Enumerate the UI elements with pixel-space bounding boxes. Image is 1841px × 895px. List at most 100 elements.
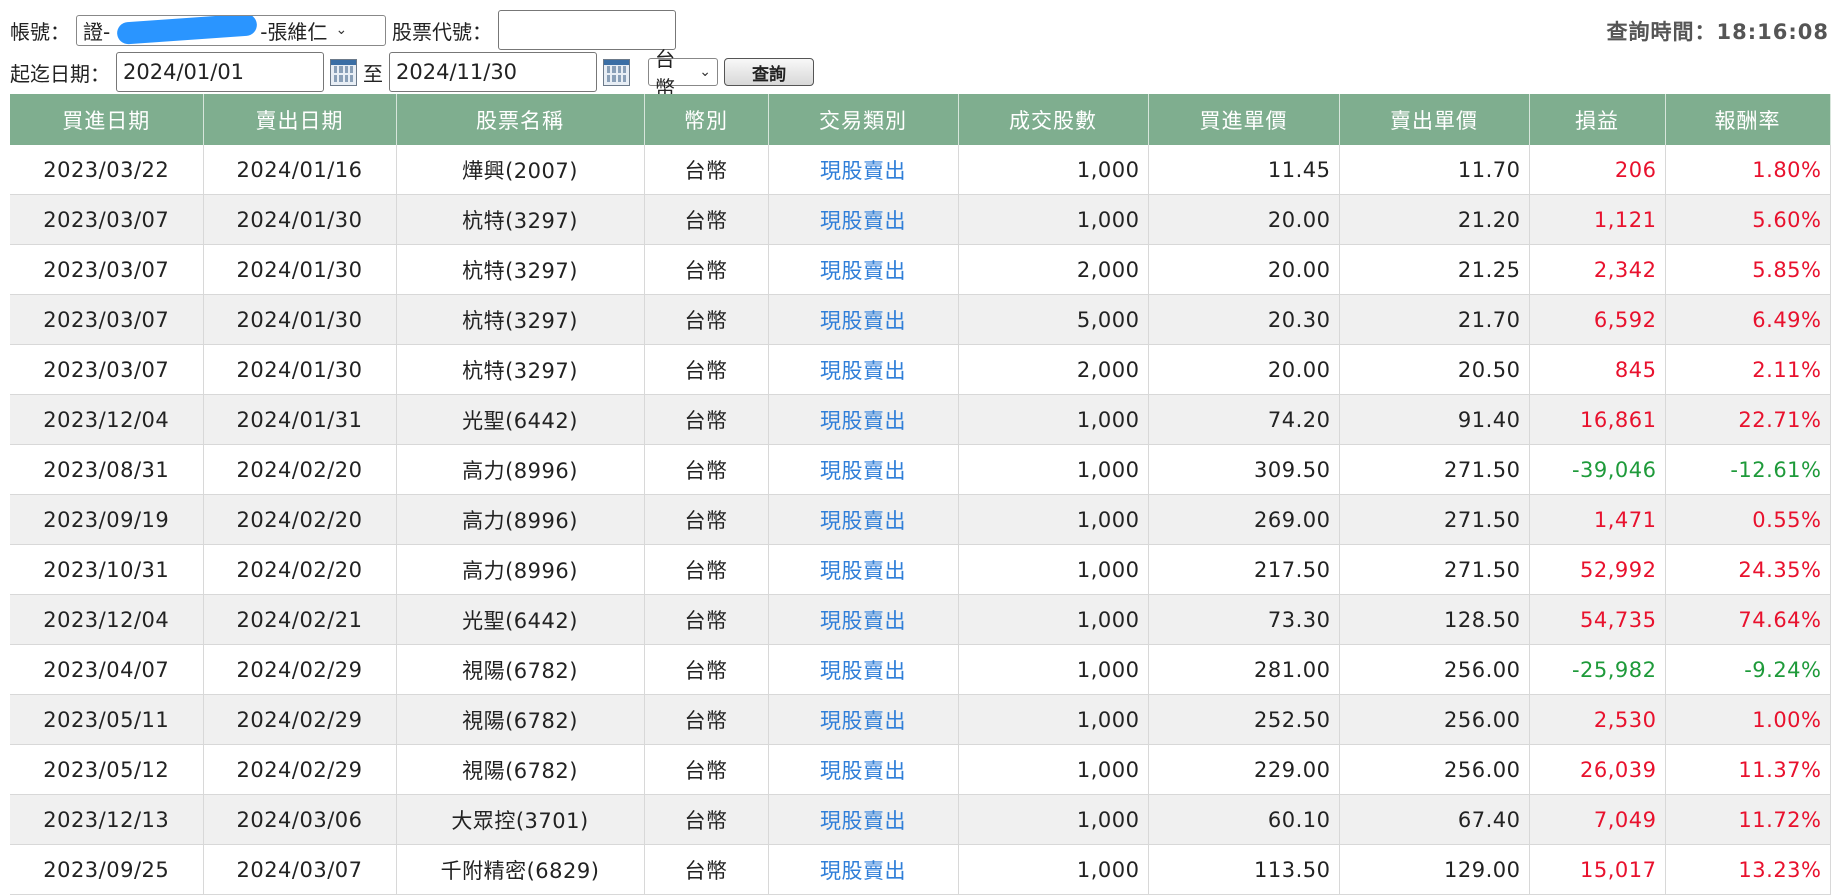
cell-pnl: 16,861 [1529,394,1666,445]
table-row: 2023/09/19 2024/02/20 高力(8996) 台幣 現股賣出 1,000 2… [10,494,1831,545]
cell-buy-date: 2023/03/07 [10,294,204,345]
cell-sell-price: 128.50 [1339,594,1530,645]
cell-buy-price: 252.50 [1148,694,1340,745]
query-button[interactable]: 查詢 [724,58,814,86]
cell-pnl: -39,046 [1529,444,1666,495]
cell-currency: 台幣 [644,694,769,745]
table-row: 2023/03/22 2024/01/16 燁興(2007) 台幣 現股賣出 1,000 1… [10,145,1831,195]
cell-trade-type[interactable]: 現股賣出 [768,344,959,395]
table-row: 2023/05/12 2024/02/29 視陽(6782) 台幣 現股賣出 1,000 2… [10,744,1831,795]
col-trade-type[interactable]: 交易類別 [768,94,959,145]
chevron-down-icon: ⌄ [699,64,711,80]
cell-trade-type[interactable]: 現股賣出 [768,594,959,645]
cell-currency: 台幣 [644,244,769,295]
stock-code-label: 股票代號： [392,19,492,44]
cell-buy-price: 20.30 [1148,294,1340,345]
account-select[interactable]: 證- -張維仁 ⌄ [76,14,386,46]
cell-shares: 1,000 [958,694,1149,745]
table-row: 2023/03/07 2024/01/30 杭特(3297) 台幣 現股賣出 2,000 2… [10,244,1831,295]
cell-trade-type[interactable]: 現股賣出 [768,494,959,545]
calendar-icon[interactable] [603,58,630,86]
cell-sell-date: 2024/02/21 [203,594,397,645]
cell-buy-price: 73.30 [1148,594,1340,645]
table-row: 2023/03/07 2024/01/30 杭特(3297) 台幣 現股賣出 1,000 2… [10,194,1831,245]
col-stock-name[interactable]: 股票名稱 [396,94,645,145]
cell-trade-type[interactable]: 現股賣出 [768,194,959,245]
cell-currency: 台幣 [644,844,769,895]
cell-trade-type[interactable]: 現股賣出 [768,694,959,745]
cell-currency: 台幣 [644,194,769,245]
col-buy-price[interactable]: 買進單價 [1148,94,1340,145]
currency-value: 台幣 [655,47,675,100]
cell-trade-type[interactable]: 現股賣出 [768,544,959,595]
cell-pnl: 26,039 [1529,744,1666,795]
cell-buy-date: 2023/12/13 [10,794,204,845]
cell-stock-name: 燁興(2007) [396,145,645,195]
table-body: 2023/03/22 2024/01/16 燁興(2007) 台幣 現股賣出 1,000 1… [10,145,1831,895]
cell-buy-date: 2023/05/12 [10,744,204,795]
cell-trade-type[interactable]: 現股賣出 [768,444,959,495]
end-date-input[interactable]: 2024/11/30 [389,52,597,92]
cell-sell-date: 2024/02/29 [203,694,397,745]
cell-currency: 台幣 [644,145,769,195]
cell-pnl: 54,735 [1529,594,1666,645]
cell-trade-type[interactable]: 現股賣出 [768,244,959,295]
col-pnl[interactable]: 損益 [1529,94,1666,145]
cell-currency: 台幣 [644,444,769,495]
cell-buy-date: 2023/12/04 [10,394,204,445]
col-sell-price[interactable]: 賣出單價 [1339,94,1530,145]
cell-trade-type[interactable]: 現股賣出 [768,744,959,795]
cell-shares: 2,000 [958,244,1149,295]
cell-return: 24.35% [1665,544,1831,595]
chevron-down-icon: ⌄ [335,22,348,38]
cell-buy-price: 217.50 [1148,544,1340,595]
cell-trade-type[interactable]: 現股賣出 [768,294,959,345]
col-sell-date[interactable]: 賣出日期 [203,94,397,145]
cell-pnl: 6,592 [1529,294,1666,345]
currency-select[interactable]: 台幣 ⌄ [648,47,718,100]
cell-return: 1.00% [1665,694,1831,745]
filter-row-dates: 起迄日期： 2024/01/01 至 2024/11/30 台幣 ⌄ 查詢 [10,47,814,100]
start-date-input[interactable]: 2024/01/01 [116,52,324,92]
calendar-icon[interactable] [330,58,357,86]
cell-sell-date: 2024/02/29 [203,744,397,795]
cell-stock-name: 杭特(3297) [396,344,645,395]
col-return[interactable]: 報酬率 [1665,94,1831,145]
cell-sell-price: 91.40 [1339,394,1530,445]
cell-trade-type[interactable]: 現股賣出 [768,644,959,695]
cell-trade-type[interactable]: 現股賣出 [768,394,959,445]
cell-trade-type[interactable]: 現股賣出 [768,145,959,195]
cell-buy-date: 2023/09/25 [10,844,204,895]
cell-buy-date: 2023/08/31 [10,444,204,495]
cell-pnl: 15,017 [1529,844,1666,895]
query-time: 查詢時間：18:16:08 [1607,16,1829,46]
cell-sell-price: 21.70 [1339,294,1530,345]
cell-pnl: 52,992 [1529,544,1666,595]
cell-trade-type[interactable]: 現股賣出 [768,794,959,845]
cell-shares: 1,000 [958,844,1149,895]
cell-currency: 台幣 [644,794,769,845]
cell-stock-name: 杭特(3297) [396,294,645,345]
col-currency[interactable]: 幣別 [644,94,769,145]
cell-return: 22.71% [1665,394,1831,445]
col-buy-date[interactable]: 買進日期 [10,94,204,145]
col-shares[interactable]: 成交股數 [958,94,1149,145]
cell-return: 6.49% [1665,294,1831,345]
cell-buy-date: 2023/04/07 [10,644,204,695]
cell-currency: 台幣 [644,594,769,645]
cell-pnl: 2,342 [1529,244,1666,295]
stock-code-input[interactable] [498,10,676,50]
table-row: 2023/08/31 2024/02/20 高力(8996) 台幣 現股賣出 1,000 3… [10,444,1831,495]
cell-buy-date: 2023/03/07 [10,244,204,295]
cell-buy-price: 20.00 [1148,344,1340,395]
query-time-value: 18:16:08 [1716,20,1829,44]
table-row: 2023/04/07 2024/02/29 視陽(6782) 台幣 現股賣出 1,000 2… [10,644,1831,695]
cell-stock-name: 光聖(6442) [396,594,645,645]
cell-pnl: 1,121 [1529,194,1666,245]
cell-stock-name: 高力(8996) [396,494,645,545]
cell-trade-type[interactable]: 現股賣出 [768,844,959,895]
cell-currency: 台幣 [644,644,769,695]
cell-sell-date: 2024/02/20 [203,494,397,545]
cell-buy-price: 11.45 [1148,145,1340,195]
cell-buy-date: 2023/09/19 [10,494,204,545]
